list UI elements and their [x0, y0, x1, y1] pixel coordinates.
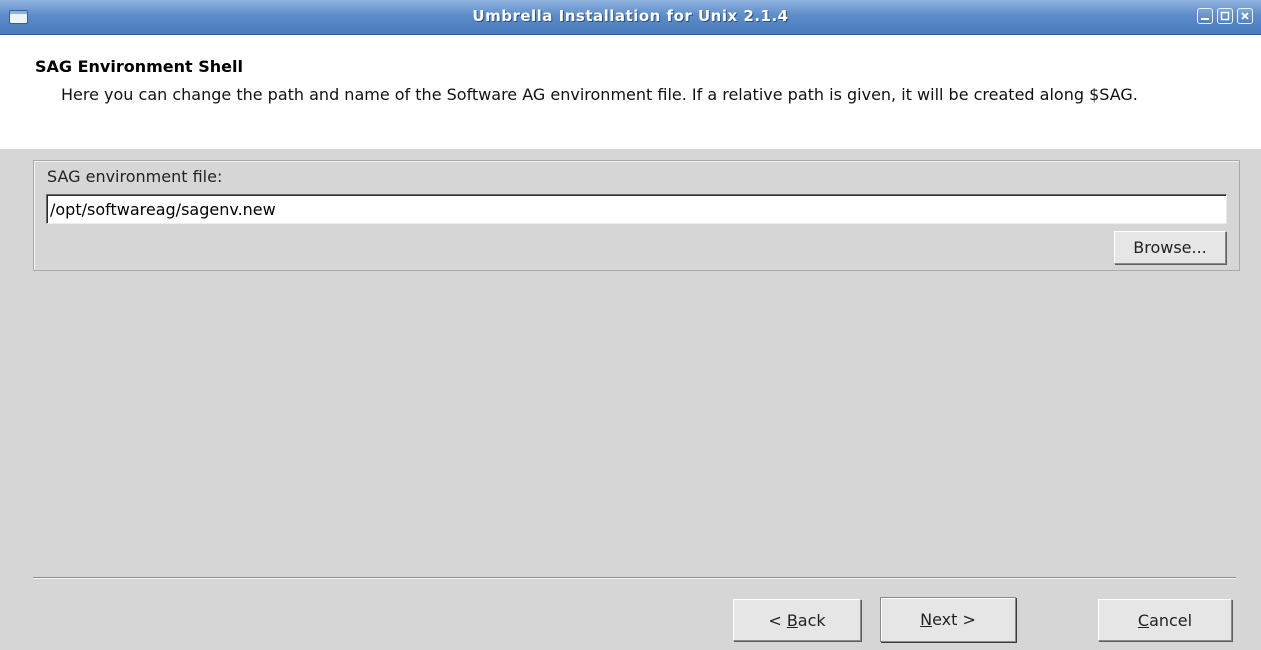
footer-separator	[33, 577, 1236, 579]
minimize-icon[interactable]	[1197, 8, 1213, 24]
back-button-label-rest: ack	[797, 610, 826, 630]
next-button[interactable]: Next >	[880, 597, 1016, 642]
window-controls	[1197, 8, 1253, 24]
cancel-button-label-rest: ancel	[1149, 610, 1193, 630]
page-description: Here you can change the path and name of…	[61, 85, 1138, 104]
env-file-path-input[interactable]	[46, 194, 1227, 224]
env-file-label: SAG environment file:	[47, 167, 223, 186]
back-button-mnemonic: B	[786, 610, 798, 630]
back-button[interactable]: < Back	[733, 599, 861, 641]
next-button-mnemonic: N	[920, 610, 933, 629]
cancel-button[interactable]: Cancel	[1098, 599, 1232, 641]
close-icon[interactable]	[1237, 8, 1253, 24]
page-title: SAG Environment Shell	[35, 57, 243, 76]
maximize-icon[interactable]	[1217, 8, 1233, 24]
page-header: SAG Environment Shell Here you can chang…	[0, 35, 1261, 149]
back-button-prefix: <	[768, 610, 787, 630]
title-bar[interactable]: Umbrella Installation for Unix 2.1.4	[0, 0, 1261, 35]
env-file-group: SAG environment file: Browse...	[33, 160, 1240, 271]
next-button-label-rest: ext >	[932, 610, 976, 629]
browse-button[interactable]: Browse...	[1114, 231, 1226, 264]
window-title: Umbrella Installation for Unix 2.1.4	[472, 7, 789, 25]
cancel-button-mnemonic: C	[1137, 610, 1150, 630]
